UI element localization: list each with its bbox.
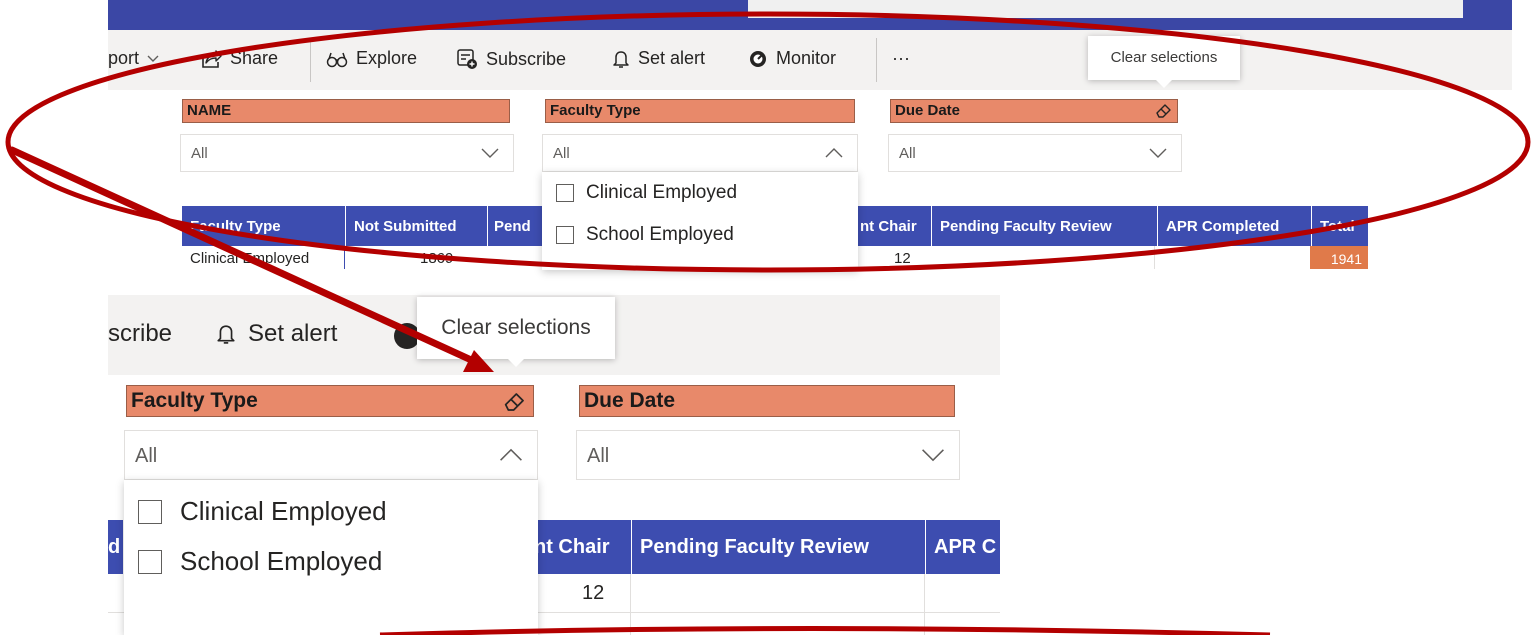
chevron-down-icon: [922, 449, 944, 462]
more-options-button[interactable]: ···: [892, 48, 910, 69]
subscribe-icon: [457, 49, 477, 69]
col-pending-faculty-review[interactable]: Pending Faculty Review: [932, 206, 1158, 246]
zoom-faculty-type-options-list: Clinical Employed School Employed: [124, 480, 538, 635]
more-options-icon: ···: [892, 48, 910, 68]
zoom-option-clinical-employed[interactable]: Clinical Employed: [138, 496, 387, 527]
zoom-faculty-type-header: Faculty Type: [126, 385, 534, 417]
subscribe-button[interactable]: Subscribe: [456, 48, 566, 70]
due-date-title: Due Date: [895, 102, 961, 119]
checkbox[interactable]: [138, 549, 162, 574]
chevron-up-icon: [500, 448, 522, 461]
faculty-type-slicer-value: All: [553, 145, 570, 162]
zoom-option-label: School Employed: [180, 546, 383, 576]
col-apr-completed[interactable]: APR Completed: [1158, 206, 1312, 246]
monitor-label: Monitor: [776, 48, 837, 68]
app-header-bar: [108, 0, 1512, 30]
zoom-col-dept-chair[interactable]: nt Chair: [528, 520, 632, 574]
faculty-type-options-list: Clinical Employed School Employed: [542, 172, 858, 270]
set-alert-button[interactable]: Set alert: [612, 48, 705, 69]
export-label: port: [108, 48, 140, 68]
zoom-option-school-employed[interactable]: School Employed: [138, 546, 382, 577]
col-pending[interactable]: Pend: [488, 206, 546, 246]
clear-selections-tooltip: Clear selections: [1088, 36, 1240, 88]
explore-button[interactable]: Explore: [326, 48, 417, 69]
zoom-set-alert-button[interactable]: Set alert: [216, 320, 337, 348]
explore-label: Explore: [356, 48, 418, 68]
zoom-due-date-dropdown[interactable]: All: [576, 430, 960, 480]
name-slicer-header: NAME: [182, 99, 510, 123]
option-clinical-employed[interactable]: Clinical Employed: [556, 182, 737, 204]
export-menu[interactable]: port: [108, 48, 159, 69]
chevron-down-icon: [147, 55, 159, 62]
col-total[interactable]: Total: [1312, 206, 1368, 246]
col-dept-chair[interactable]: nt Chair: [856, 206, 932, 246]
zoom-faculty-type-dropdown[interactable]: All: [124, 430, 538, 480]
share-icon: [202, 49, 222, 68]
eraser-icon[interactable]: [1155, 102, 1173, 120]
zoom-set-alert-label: Set alert: [248, 320, 338, 347]
faculty-type-slicer-dropdown[interactable]: All: [542, 134, 858, 172]
toolbar-divider: [876, 38, 877, 82]
subscribe-label: Subscribe: [486, 48, 567, 69]
option-school-employed[interactable]: School Employed: [556, 224, 734, 246]
faculty-type-slicer-header: Faculty Type: [545, 99, 855, 123]
name-slicer-value: All: [191, 145, 208, 162]
checkbox[interactable]: [556, 226, 574, 244]
zoom-row-chair: 12: [582, 582, 605, 604]
row-chair: 12: [894, 250, 911, 267]
bell-icon: [613, 50, 629, 68]
share-button[interactable]: Share: [200, 48, 278, 69]
zoom-col-partial[interactable]: d: [108, 520, 124, 574]
zoom-faculty-type-value: All: [135, 445, 158, 467]
col-not-submitted[interactable]: Not Submitted: [346, 206, 488, 246]
zoom-col-pending-faculty-review[interactable]: Pending Faculty Review: [632, 520, 926, 574]
due-date-slicer-header: Due Date: [890, 99, 1178, 123]
chevron-down-icon: [481, 148, 499, 158]
due-date-slicer-dropdown[interactable]: All: [888, 134, 1182, 172]
name-slicer-dropdown[interactable]: All: [180, 134, 514, 172]
checkbox[interactable]: [556, 184, 574, 202]
col-faculty-type[interactable]: Faculty Type: [182, 206, 346, 246]
zoom-subscribe-button[interactable]: scribe: [108, 320, 172, 348]
set-alert-label: Set alert: [638, 48, 706, 68]
binoculars-icon: [326, 52, 348, 67]
chevron-down-icon: [1149, 148, 1167, 158]
due-date-slicer-value: All: [899, 145, 916, 162]
gauge-icon: [750, 50, 766, 67]
chevron-up-icon: [825, 148, 843, 158]
bell-icon: [217, 325, 235, 344]
option-label: Clinical Employed: [586, 182, 738, 203]
share-label: Share: [230, 48, 279, 68]
zoom-due-date-value: All: [587, 445, 610, 467]
row-total: 1941: [1310, 246, 1368, 269]
monitor-button[interactable]: Monitor: [748, 48, 836, 69]
row-faculty-type: Clinical Employed: [190, 250, 310, 267]
row-not-submitted: 1869: [420, 250, 454, 267]
zoom-subscribe-label: scribe: [108, 320, 173, 347]
zoom-clear-selections-tooltip: Clear selections: [417, 297, 615, 367]
option-label: School Employed: [586, 224, 734, 245]
eraser-icon[interactable]: [503, 390, 527, 414]
toolbar-divider: [310, 38, 311, 82]
zoom-option-label: Clinical Employed: [180, 496, 387, 526]
checkbox[interactable]: [138, 499, 162, 524]
zoom-col-apr[interactable]: APR C: [926, 520, 1000, 574]
zoom-due-date-header: Due Date: [579, 385, 955, 417]
zoom-faculty-type-title: Faculty Type: [131, 389, 258, 412]
